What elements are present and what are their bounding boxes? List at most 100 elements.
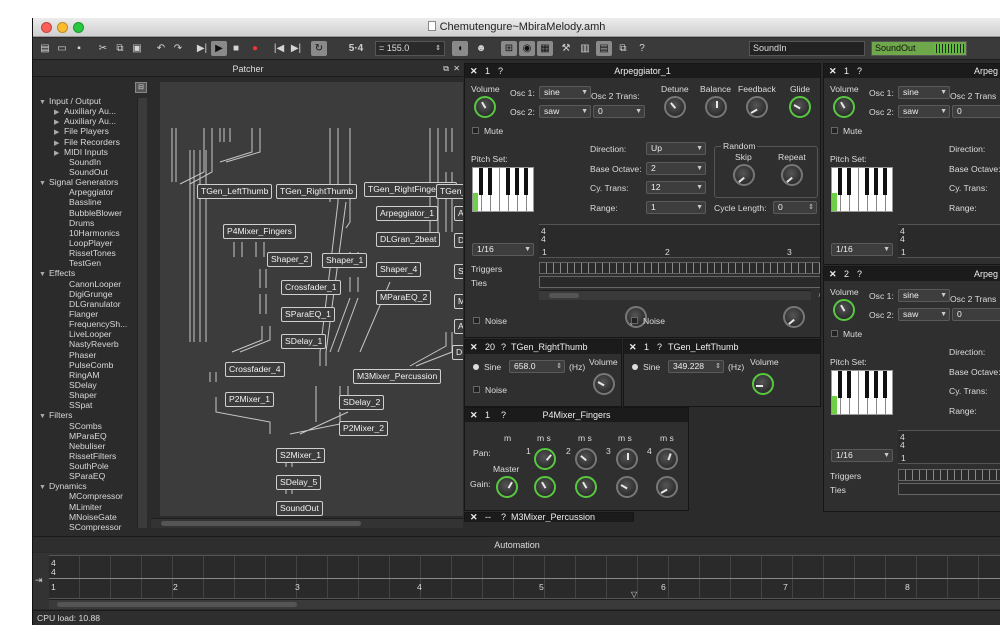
pan-knob-4[interactable] — [656, 448, 678, 470]
tree-item[interactable]: Drums — [35, 218, 147, 228]
close-icon[interactable]: ✕ — [629, 340, 637, 354]
tree-item[interactable]: ▼ Input / Output — [35, 96, 147, 106]
node-dlgran-cut[interactable]: DLGran — [454, 233, 463, 248]
gear-view-icon[interactable]: ◉ — [519, 41, 535, 56]
tree-item[interactable]: FrequencySh... — [35, 319, 147, 329]
loop-icon[interactable]: ↻ — [311, 41, 327, 56]
node-shaper-4[interactable]: Shaper_4 — [376, 262, 422, 277]
instance-number[interactable]: 1 — [844, 64, 849, 78]
osc2-select[interactable]: saw ▼ — [898, 105, 950, 118]
help-icon[interactable]: ? — [634, 41, 650, 56]
arrow-icon[interactable]: ⇥ — [35, 575, 43, 586]
sequencer-scrollbar[interactable]: ⌕ — [539, 290, 820, 300]
frequency-field[interactable]: 349.228 ⇕ — [668, 360, 724, 373]
triggers-track[interactable] — [898, 469, 1000, 481]
ties-track[interactable] — [539, 276, 820, 288]
osc1-select[interactable]: sine ▼ — [539, 86, 591, 99]
cy-trans-select[interactable]: 12 ▼ — [646, 181, 706, 194]
feedback-knob[interactable] — [746, 96, 768, 118]
tree-item[interactable]: TestGen — [35, 258, 147, 268]
help-icon[interactable]: ? — [501, 513, 506, 522]
tree-item[interactable]: BubbleBlower — [35, 208, 147, 218]
instance-number[interactable]: -- — [485, 513, 491, 522]
node-crossfader-4[interactable]: Crossfader_4 — [225, 362, 285, 377]
help-icon[interactable]: ? — [501, 340, 506, 354]
frequency-field[interactable]: 658.0 ⇕ — [509, 360, 565, 373]
node-p2mixer-1[interactable]: P2Mixer_1 — [225, 392, 275, 407]
mixer-icon[interactable]: ▥ — [577, 41, 593, 56]
node-sdelay-5[interactable]: SDelay_5 — [276, 475, 322, 490]
ties-track[interactable] — [898, 483, 1000, 495]
noise-checkbox-2[interactable] — [631, 317, 638, 324]
gain-knob-2[interactable] — [575, 476, 597, 498]
tree-item[interactable]: SParaEQ — [35, 471, 147, 481]
tree-item[interactable]: MNoiseGate — [35, 512, 147, 522]
rewind-icon[interactable]: |◀ — [271, 41, 287, 56]
pitch-set-keyboard[interactable] — [831, 167, 893, 212]
tree-item[interactable]: ▶ Auxiliary Au... — [35, 116, 147, 126]
tree-item[interactable]: SoundOut — [35, 167, 147, 177]
disclosure-triangle-icon[interactable]: ▼ — [39, 179, 49, 189]
sine-radio[interactable] — [473, 364, 479, 370]
node-soundout[interactable]: SoundOut — [276, 501, 323, 516]
tree-item[interactable]: Flanger — [35, 309, 147, 319]
division-select[interactable]: 1/16 ▼ — [831, 449, 893, 462]
time-signature[interactable]: 5·4 — [341, 41, 371, 56]
tree-item[interactable]: CanonLooper — [35, 279, 147, 289]
range-select[interactable]: 1 ▼ — [646, 201, 706, 214]
zoom-icon[interactable]: ⌕ — [819, 290, 820, 300]
notes-icon[interactable]: ▤ — [596, 41, 612, 56]
disclosure-triangle-icon[interactable]: ▼ — [39, 412, 49, 422]
tree-item[interactable]: MCompressor — [35, 491, 147, 501]
gain-knob-4[interactable] — [656, 476, 678, 498]
new-file-icon[interactable]: ▤ — [37, 41, 53, 56]
help-icon[interactable]: ? — [657, 340, 662, 354]
balance-knob[interactable] — [705, 96, 727, 118]
cycle-length-stepper[interactable]: 0 ⇕ — [773, 201, 817, 214]
paste-icon[interactable]: ▣ — [129, 41, 145, 56]
node-shaper-cut[interactable]: Shaper — [454, 264, 463, 279]
noise-checkbox-1[interactable] — [473, 317, 480, 324]
node-arpeggiator-1[interactable]: Arpeggiator_1 — [376, 206, 438, 221]
pitch-set-keyboard[interactable] — [831, 370, 893, 415]
tree-item[interactable]: 10Harmonics — [35, 228, 147, 238]
disclosure-triangle-icon[interactable]: ▼ — [39, 483, 49, 493]
node-p4mixer-fingers[interactable]: P4Mixer_Fingers — [223, 224, 296, 239]
volume-knob[interactable] — [593, 373, 615, 395]
volume-knob[interactable] — [474, 96, 496, 118]
tree-item[interactable]: ▼ Dynamics — [35, 481, 147, 491]
automation-area[interactable]: ⇥ 4 4 1 2 3 4 5 6 7 8 ▽ — [33, 553, 1000, 609]
sound-out-meter[interactable]: SoundOut — [871, 41, 967, 56]
pan-knob-2[interactable] — [575, 448, 597, 470]
osc2-select[interactable]: saw ▼ — [539, 105, 591, 118]
tree-scrollbar[interactable] — [137, 98, 147, 528]
save-icon[interactable]: ▪ — [71, 41, 87, 56]
tree-item[interactable]: Bassline — [35, 197, 147, 207]
node-mparaeq-cut[interactable]: MParaE — [454, 294, 463, 309]
node-s2mixer-1[interactable]: S2Mixer_1 — [276, 448, 326, 463]
mute-checkbox[interactable] — [831, 330, 838, 337]
node-m3mixer-percussion[interactable]: M3Mixer_Percussion — [353, 369, 442, 384]
node-p2mixer-2[interactable]: P2Mixer_2 — [339, 421, 389, 436]
tree-item[interactable]: PulseComb — [35, 360, 147, 370]
tools-icon[interactable]: ⚒ — [558, 41, 574, 56]
tree-item[interactable]: RissetTones — [35, 248, 147, 258]
tree-item[interactable]: ▼ Effects — [35, 268, 147, 278]
direction-select[interactable]: Up ▼ — [646, 142, 706, 155]
tree-item[interactable]: SCombs — [35, 421, 147, 431]
tree-item[interactable]: ▶ File Players — [35, 126, 147, 136]
node-sdelay-1[interactable]: SDelay_1 — [281, 334, 327, 349]
base-octave-select[interactable]: 2 ▼ — [646, 162, 706, 175]
copy-icon[interactable]: ⧉ — [112, 41, 128, 56]
osc2-trans-select[interactable]: 0 — [952, 308, 1000, 321]
division-select[interactable]: 1/16 ▼ — [831, 243, 893, 256]
sound-in-meter[interactable]: SoundIn — [749, 41, 865, 56]
tree-item[interactable]: ▶ MIDI Inputs — [35, 147, 147, 157]
cut-icon[interactable]: ✂ — [95, 41, 111, 56]
automation-scrollbar[interactable] — [49, 599, 1000, 609]
tree-item[interactable]: MLimiter — [35, 502, 147, 512]
automation-ruler[interactable]: 4 4 1 2 3 4 5 6 7 8 ▽ — [49, 555, 1000, 599]
instance-number[interactable]: 20 — [485, 340, 495, 354]
tree-item[interactable]: Phaser — [35, 350, 147, 360]
tree-item[interactable]: LiveLooper — [35, 329, 147, 339]
